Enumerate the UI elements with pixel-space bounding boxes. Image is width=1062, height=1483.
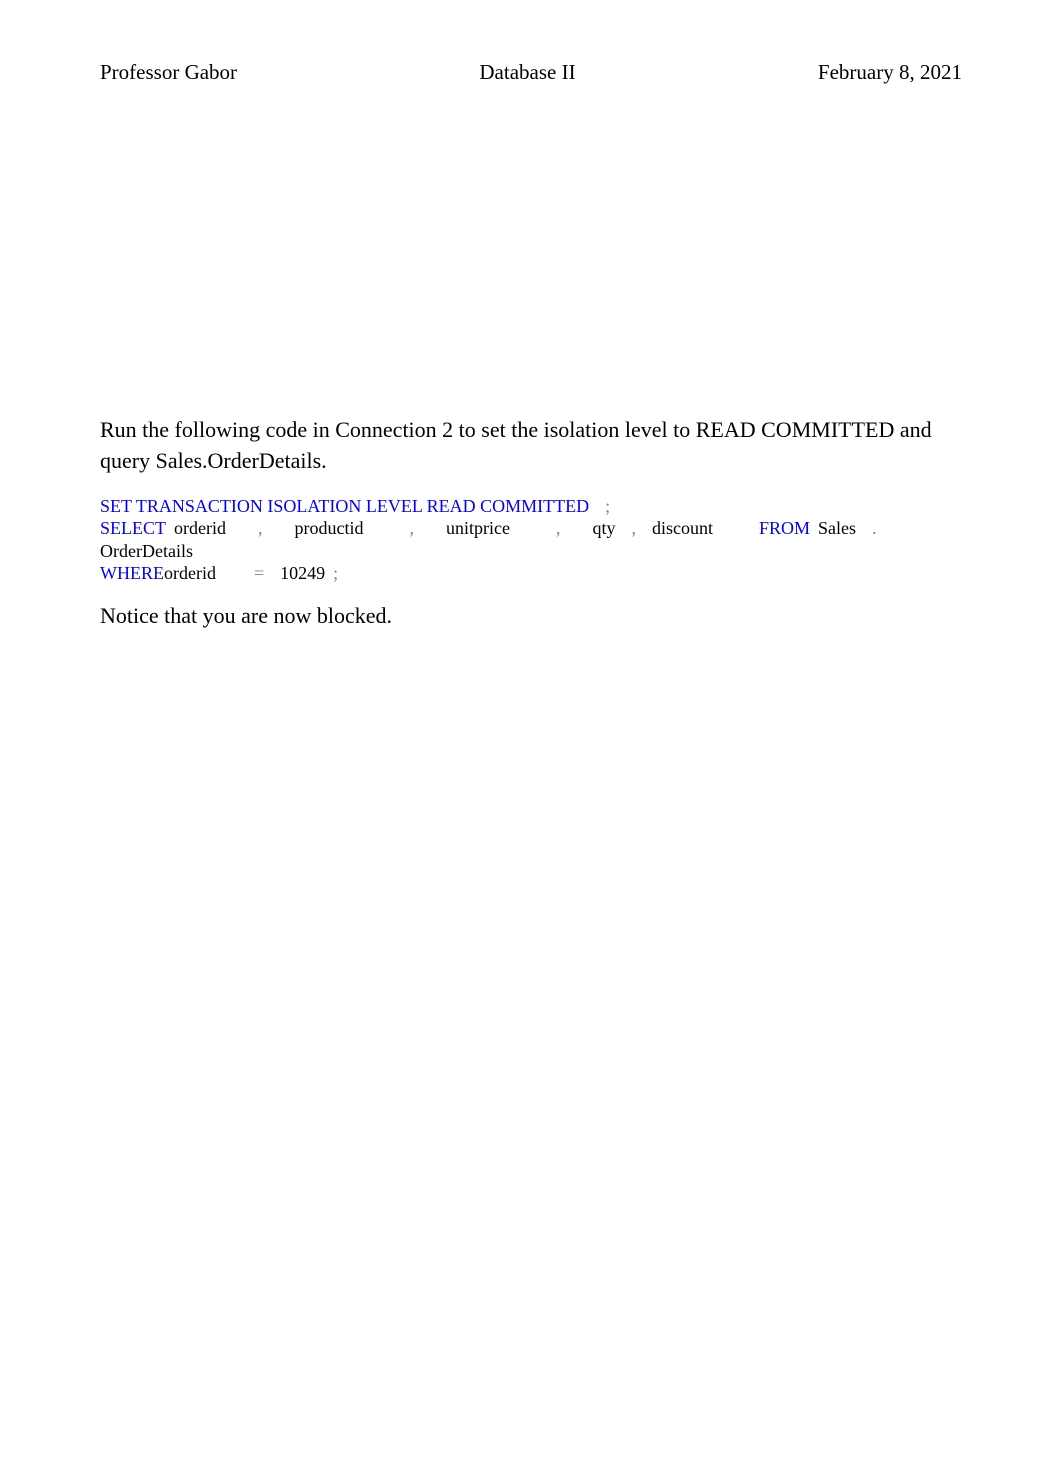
sql-semicolon: ;	[333, 562, 338, 585]
sql-where: WHERE	[100, 562, 164, 585]
header-author: Professor Gabor	[100, 60, 237, 85]
sql-schema: Sales	[818, 517, 856, 540]
sql-equals: =	[254, 562, 264, 585]
sql-table: OrderDetails	[100, 540, 193, 563]
instruction-paragraph-2: Notice that you are now blocked.	[100, 601, 962, 632]
sql-comma: ,	[258, 517, 263, 540]
sql-keyword: SET TRANSACTION ISOLATION LEVEL READ COM…	[100, 495, 589, 518]
code-line-1: SET TRANSACTION ISOLATION LEVEL READ COM…	[100, 495, 962, 518]
sql-code-block: SET TRANSACTION ISOLATION LEVEL READ COM…	[100, 495, 962, 585]
sql-from: FROM	[759, 517, 810, 540]
header-date: February 8, 2021	[818, 60, 962, 85]
page-header: Professor Gabor Database II February 8, …	[100, 60, 962, 85]
code-line-3: WHERE orderid = 10249 ;	[100, 562, 962, 585]
sql-column: orderid	[164, 562, 216, 585]
sql-semicolon: ;	[605, 495, 610, 518]
sql-select: SELECT	[100, 517, 166, 540]
sql-comma: ,	[409, 517, 414, 540]
sql-value: 10249	[280, 562, 325, 585]
sql-column: orderid	[174, 517, 226, 540]
instruction-paragraph-1: Run the following code in Connection 2 t…	[100, 415, 962, 477]
sql-column: productid	[294, 517, 363, 540]
sql-column: discount	[652, 517, 713, 540]
sql-dot: .	[872, 517, 877, 540]
header-title: Database II	[479, 60, 575, 85]
code-line-2: SELECT orderid , productid , unitprice ,…	[100, 517, 962, 562]
sql-comma: ,	[556, 517, 561, 540]
sql-column: qty	[592, 517, 615, 540]
sql-column: unitprice	[446, 517, 510, 540]
sql-comma: ,	[631, 517, 636, 540]
